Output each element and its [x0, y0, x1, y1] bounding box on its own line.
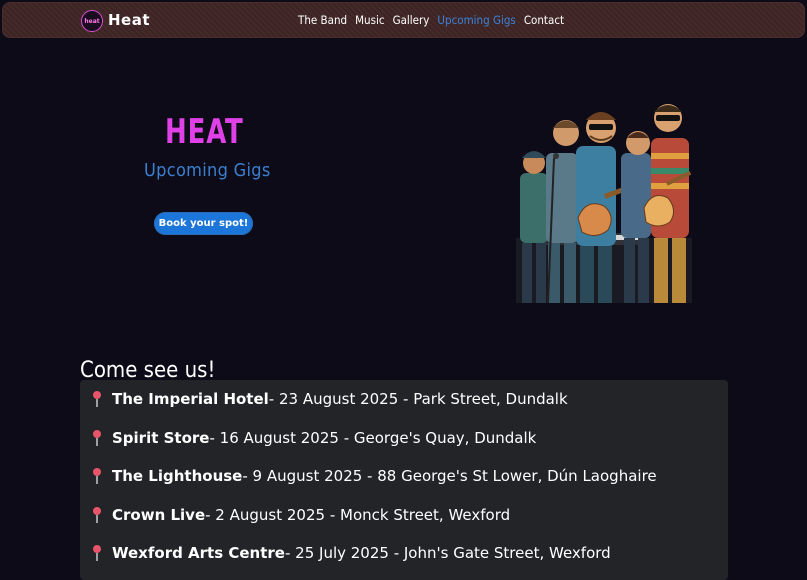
- gig-list: The Imperial Hotel - 23 August 2025 - Pa…: [80, 380, 728, 580]
- heat-logo-icon[interactable]: heat: [81, 10, 103, 32]
- nav-item-upcoming-gigs[interactable]: Upcoming Gigs: [437, 13, 515, 27]
- gig-venue: The Imperial Hotel: [112, 390, 269, 408]
- gig-list-item: Spirit Store - 16 August 2025 - George's…: [90, 427, 536, 449]
- brand-name[interactable]: Heat: [108, 11, 150, 29]
- book-spot-button[interactable]: Book your spot!: [154, 212, 253, 235]
- band-illustration: [516, 104, 692, 303]
- pin-icon: [93, 468, 101, 484]
- gig-venue: The Lighthouse: [112, 467, 243, 485]
- hero-title: HEAT: [165, 112, 244, 152]
- navbar: heat Heat The Band Music Gallery Upcomin…: [2, 2, 805, 38]
- gig-details: - 9 August 2025 - 88 George's St Lower, …: [242, 467, 657, 485]
- nav-item-contact[interactable]: Contact: [524, 13, 564, 27]
- gig-list-item: The Imperial Hotel - 23 August 2025 - Pa…: [90, 388, 568, 410]
- gig-list-item: The Lighthouse - 9 August 2025 - 88 Geor…: [90, 465, 657, 487]
- hero-subtitle: Upcoming Gigs: [144, 160, 271, 181]
- gig-details: - 16 August 2025 - George's Quay, Dundal…: [209, 429, 537, 447]
- nav-item-gallery[interactable]: Gallery: [393, 13, 430, 27]
- gig-details: - 25 July 2025 - John's Gate Street, Wex…: [284, 544, 611, 562]
- nav-item-the-band[interactable]: The Band: [298, 13, 347, 27]
- nav-item-music[interactable]: Music: [355, 13, 384, 27]
- pin-icon: [93, 507, 101, 523]
- nav-links: The Band Music Gallery Upcoming Gigs Con…: [298, 13, 564, 27]
- gig-details: - 2 August 2025 - Monck Street, Wexford: [205, 506, 511, 524]
- gig-venue: Wexford Arts Centre: [112, 544, 285, 562]
- gig-list-item: Crown Live - 2 August 2025 - Monck Stree…: [90, 504, 510, 526]
- pin-icon: [93, 391, 101, 407]
- pin-icon: [93, 430, 101, 446]
- gig-venue: Spirit Store: [112, 429, 210, 447]
- pin-icon: [93, 545, 101, 561]
- gig-list-item: Wexford Arts Centre - 25 July 2025 - Joh…: [90, 542, 611, 564]
- gig-details: - 23 August 2025 - Park Street, Dundalk: [268, 390, 568, 408]
- gig-venue: Crown Live: [112, 506, 206, 524]
